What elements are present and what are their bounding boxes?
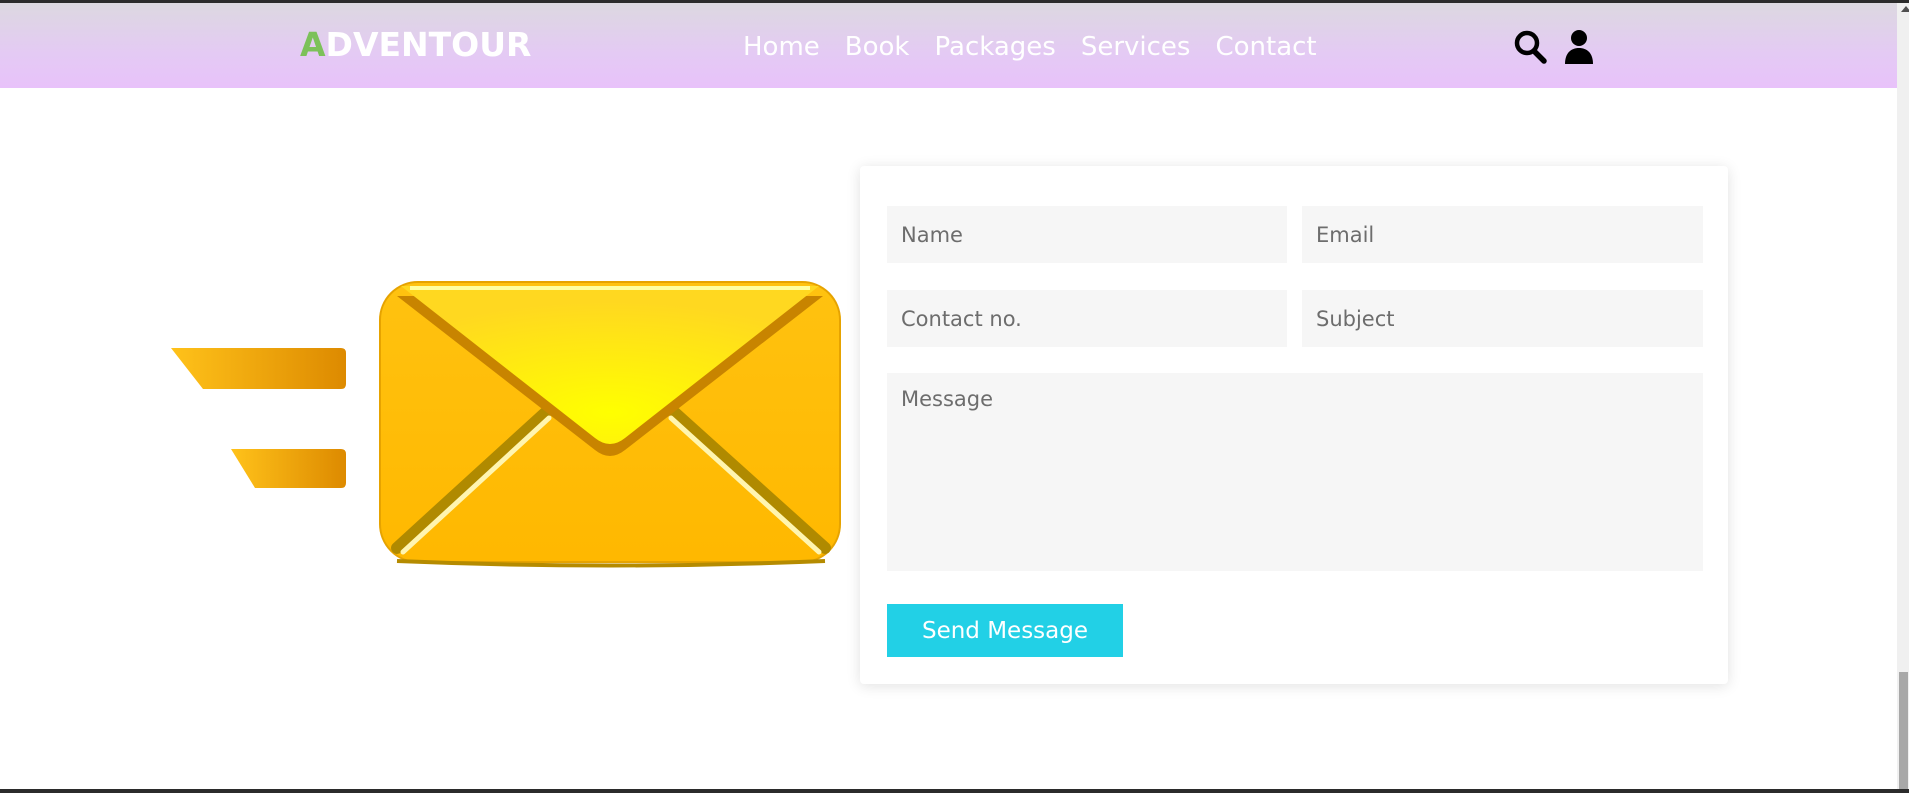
scroll-up-arrow-icon[interactable] (1901, 6, 1909, 12)
message-textarea[interactable] (887, 373, 1703, 571)
nav-book-link[interactable]: Book (845, 29, 910, 65)
subject-input[interactable] (1302, 290, 1703, 347)
email-input[interactable] (1302, 206, 1703, 263)
envelope-icon (165, 278, 845, 568)
site-header: ADVENTOUR Home Book Packages Services Co… (0, 3, 1897, 88)
search-icon[interactable] (1513, 29, 1547, 65)
window-bottom-border (0, 789, 1909, 793)
name-input[interactable] (887, 206, 1287, 263)
contact-form-card: Send Message (860, 166, 1728, 684)
nav-home-link[interactable]: Home (743, 29, 820, 65)
scrollbar-thumb[interactable] (1899, 672, 1908, 789)
main-nav: Home Book Packages Services Contact (743, 29, 1342, 65)
brand-logo-initial: A (300, 25, 326, 64)
nav-contact-link[interactable]: Contact (1215, 29, 1316, 65)
send-message-button[interactable]: Send Message (887, 604, 1123, 657)
nav-packages-link[interactable]: Packages (935, 29, 1056, 65)
brand-logo[interactable]: ADVENTOUR (300, 25, 531, 65)
user-icon[interactable] (1562, 29, 1596, 65)
brand-logo-text: DVENTOUR (325, 25, 532, 64)
contact-number-input[interactable] (887, 290, 1287, 347)
nav-services-link[interactable]: Services (1081, 29, 1191, 65)
